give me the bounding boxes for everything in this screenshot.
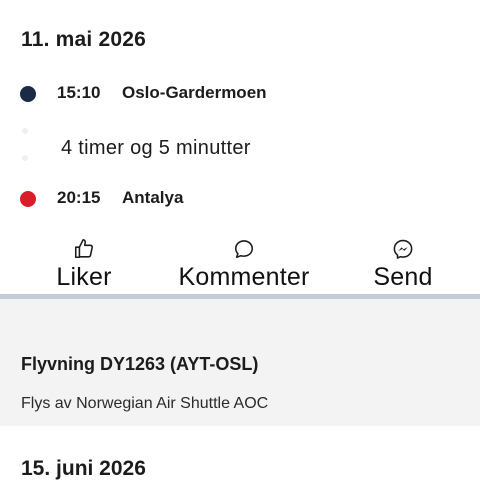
flight-title: Flyvning DY1263 (AYT-OSL): [21, 354, 259, 374]
comment-label: Kommenter: [178, 263, 310, 291]
route-dot-icon: [22, 155, 28, 161]
flight-duration: 4 timer og 5 minutter: [61, 137, 251, 159]
next-trip-date: 15. juni 2026: [21, 457, 146, 480]
send-label: Send: [373, 263, 433, 291]
speech-bubble-icon: [234, 240, 254, 259]
departure-place: Oslo-Gardermoen: [122, 83, 267, 102]
trip-date: 11. mai 2026: [21, 28, 147, 51]
departure-dot-icon: [20, 86, 36, 102]
arrival-dot-icon: [20, 191, 36, 207]
like-label: Liker: [56, 263, 112, 291]
like-button[interactable]: Liker: [40, 238, 128, 292]
route-dot-icon: [22, 128, 28, 134]
flight-info-panel[interactable]: Flyvning DY1263 (AYT-OSL) Flys av Norweg…: [0, 299, 480, 426]
arrival-time: 20:15: [57, 188, 101, 207]
send-button[interactable]: Send: [364, 238, 442, 292]
thumbs-up-icon: [74, 239, 93, 259]
comment-button[interactable]: Kommenter: [170, 238, 318, 292]
trip-card: 11. mai 2026 15:10 Oslo-Gardermoen 4 tim…: [0, 0, 480, 294]
arrival-place: Antalya: [122, 188, 184, 207]
messenger-icon: [393, 239, 413, 259]
departure-time: 15:10: [57, 83, 101, 102]
flight-operator: Flys av Norwegian Air Shuttle AOC: [21, 395, 269, 412]
